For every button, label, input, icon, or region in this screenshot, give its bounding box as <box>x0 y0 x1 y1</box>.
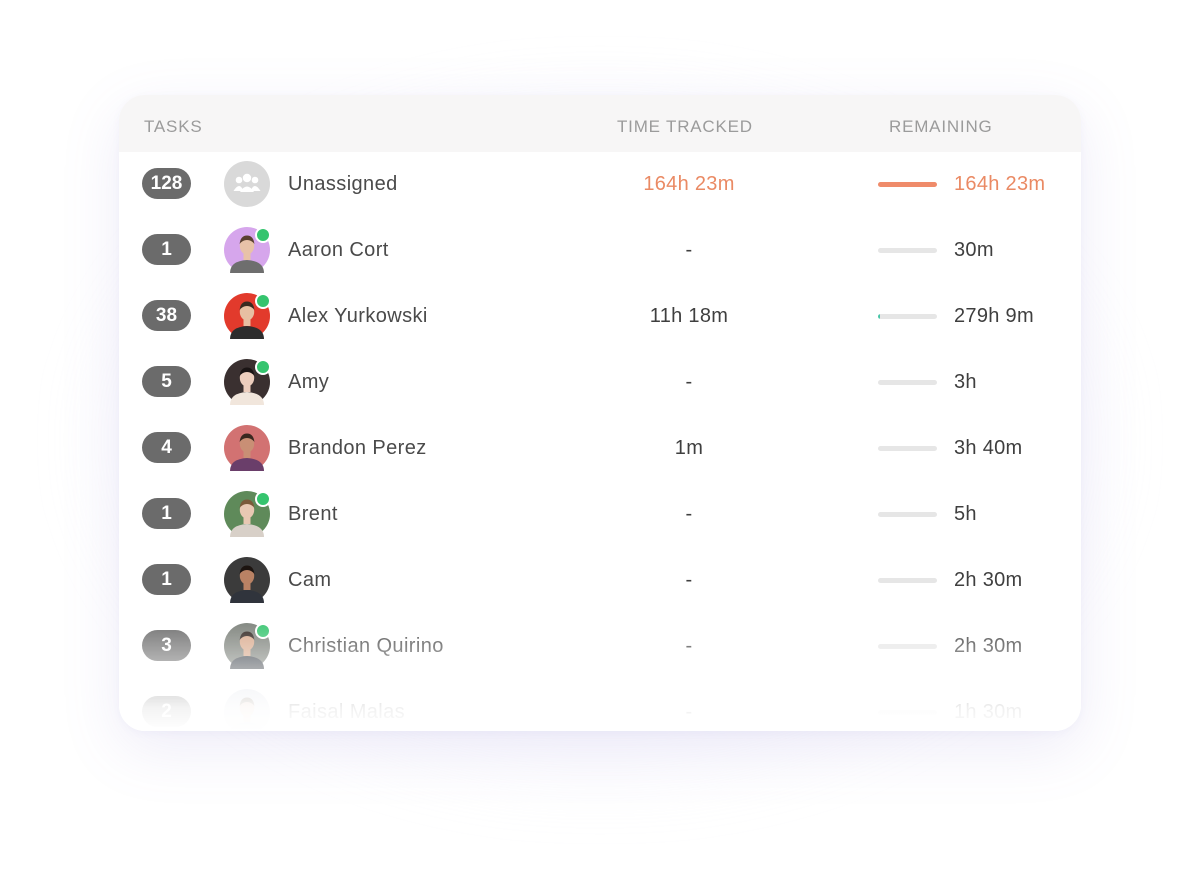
time-tracked-value: 164h 23m <box>643 173 735 195</box>
assignee-name[interactable]: Brent <box>288 502 338 526</box>
online-status-indicator <box>255 491 271 507</box>
time-tracked-value: - <box>685 635 693 657</box>
online-status-indicator <box>255 359 271 375</box>
assignee-name[interactable]: Unassigned <box>288 172 398 196</box>
table-header: TASKS TIME TRACKED REMAINING <box>119 95 1081 152</box>
task-count-badge: 1 <box>142 498 191 529</box>
group-icon <box>224 161 270 207</box>
remaining-time-value: 30m <box>954 239 994 261</box>
time-tracked-value: 11h 18m <box>649 305 729 327</box>
remaining-time-value: 2h 30m <box>954 635 1023 657</box>
remaining-progress-bar <box>878 182 937 187</box>
assignee-name[interactable]: Faisal Malas <box>288 700 405 724</box>
table-row[interactable]: 128 Unassigned 164h 23m 164h 23m <box>119 152 1081 216</box>
assignee-name[interactable]: Cam <box>288 568 331 592</box>
assignee-name[interactable]: Alex Yurkowski <box>288 304 428 328</box>
column-header-remaining[interactable]: REMAINING <box>889 116 993 138</box>
table-row[interactable]: 38 Alex Yurkowski 11h 18m 279h 9m <box>119 284 1081 348</box>
table-row[interactable]: 3 Christian Quirino - 2h 30m <box>119 614 1081 678</box>
table-row[interactable]: 1 Cam - 2h 30m <box>119 548 1081 612</box>
remaining-progress-bar <box>878 380 937 385</box>
column-header-tasks[interactable]: TASKS <box>144 116 202 138</box>
table-row[interactable]: 2 Faisal Malas - 1h 30m <box>119 680 1081 731</box>
task-count-badge: 38 <box>142 300 191 331</box>
remaining-progress-bar <box>878 314 937 319</box>
task-count-badge: 1 <box>142 564 191 595</box>
remaining-progress-bar <box>878 644 937 649</box>
time-tracked-value: - <box>685 239 693 261</box>
time-tracked-value: 1m <box>674 437 704 459</box>
task-count-badge: 3 <box>142 630 191 661</box>
avatar <box>224 359 271 405</box>
table-row[interactable]: 1 Brent - 5h <box>119 482 1081 546</box>
remaining-progress-bar <box>878 710 937 715</box>
remaining-time-value: 279h 9m <box>954 305 1034 327</box>
remaining-time-value: 3h 40m <box>954 437 1023 459</box>
time-tracked-value: - <box>685 701 693 723</box>
avatar <box>224 293 271 339</box>
avatar <box>224 227 271 273</box>
task-count-badge: 128 <box>142 168 191 199</box>
task-count-badge: 1 <box>142 234 191 265</box>
remaining-time-value: 164h 23m <box>954 173 1046 195</box>
task-count-badge: 5 <box>142 366 191 397</box>
task-count-badge: 2 <box>142 696 191 727</box>
time-tracking-table: TASKS TIME TRACKED REMAINING 128 Unassign… <box>119 95 1081 731</box>
time-tracked-value: - <box>685 569 693 591</box>
avatar <box>224 557 270 603</box>
online-status-indicator <box>255 623 271 639</box>
table-row[interactable]: 1 Aaron Cort - 30m <box>119 218 1081 282</box>
online-status-indicator <box>255 293 271 309</box>
assignee-name[interactable]: Amy <box>288 370 329 394</box>
avatar <box>224 689 270 731</box>
remaining-progress-bar <box>878 578 937 583</box>
assignee-name[interactable]: Brandon Perez <box>288 436 427 460</box>
remaining-progress-bar <box>878 446 937 451</box>
remaining-time-value: 5h <box>954 503 977 525</box>
remaining-progress-bar <box>878 512 937 517</box>
online-status-indicator <box>255 227 271 243</box>
table-body: 128 Unassigned 164h 23m 164h 23m 1 Aaron Cort… <box>119 152 1081 731</box>
task-count-badge: 4 <box>142 432 191 463</box>
remaining-progress-fill <box>878 314 881 319</box>
time-tracked-value: - <box>685 371 693 393</box>
table-row[interactable]: 4 Brandon Perez 1m 3h 40m <box>119 416 1081 480</box>
time-tracked-value: - <box>685 503 693 525</box>
avatar <box>224 425 270 471</box>
remaining-time-value: 1h 30m <box>954 701 1023 723</box>
table-row[interactable]: 5 Amy - 3h <box>119 350 1081 414</box>
remaining-progress-bar <box>878 248 937 253</box>
assignee-name[interactable]: Christian Quirino <box>288 634 444 658</box>
remaining-time-value: 2h 30m <box>954 569 1023 591</box>
avatar <box>224 623 271 669</box>
avatar <box>224 491 271 537</box>
assignee-name[interactable]: Aaron Cort <box>288 238 389 262</box>
remaining-time-value: 3h <box>954 371 977 393</box>
column-header-time-tracked[interactable]: TIME TRACKED <box>617 116 753 138</box>
